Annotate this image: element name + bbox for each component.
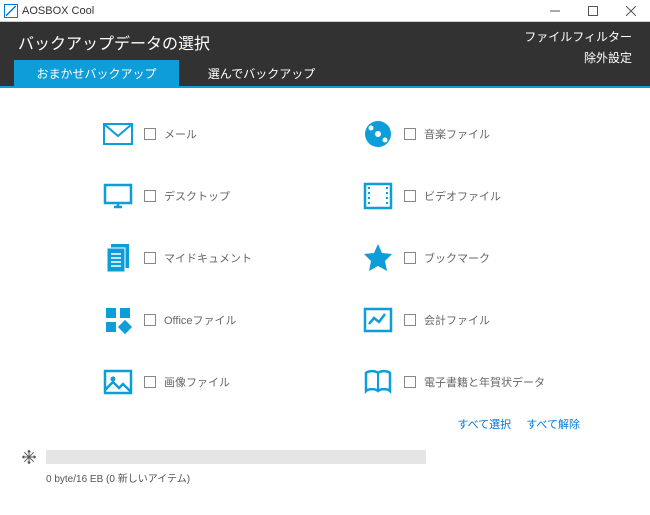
music-icon	[360, 116, 396, 152]
app-logo-icon	[4, 4, 18, 18]
tabs: おまかせバックアップ 選んでバックアップ	[14, 60, 344, 86]
minimize-button[interactable]	[536, 0, 574, 22]
category-office: Officeファイル	[100, 302, 320, 338]
label-finance[interactable]: 会計ファイル	[424, 312, 490, 328]
clear-all-link[interactable]: すべて解除	[526, 419, 580, 431]
maximize-button[interactable]	[574, 0, 612, 22]
checkbox-music[interactable]	[404, 128, 416, 140]
checkbox-desktop[interactable]	[144, 190, 156, 202]
image-icon	[100, 364, 136, 400]
checkbox-documents[interactable]	[144, 252, 156, 264]
category-mail: メール	[100, 116, 320, 152]
snowflake-icon	[20, 448, 38, 466]
checkbox-ebook[interactable]	[404, 376, 416, 388]
actions: すべて選択 すべて解除	[40, 400, 610, 444]
content: メール 音楽ファイル デスクトップ ビデオファイル マイドキュメント ブックマー…	[0, 86, 650, 444]
book-icon	[360, 364, 396, 400]
label-office[interactable]: Officeファイル	[164, 312, 237, 328]
close-button[interactable]	[612, 0, 650, 22]
category-video: ビデオファイル	[360, 178, 580, 214]
star-icon	[360, 240, 396, 276]
status-text: 0 byte/16 EB (0 新しいアイテム)	[46, 470, 630, 485]
checkbox-finance[interactable]	[404, 314, 416, 326]
category-finance: 会計ファイル	[360, 302, 580, 338]
checkbox-office[interactable]	[144, 314, 156, 326]
titlebar: AOSBOX Cool	[0, 0, 650, 22]
checkbox-image[interactable]	[144, 376, 156, 388]
label-mail[interactable]: メール	[164, 126, 197, 142]
checkbox-mail[interactable]	[144, 128, 156, 140]
chart-icon	[360, 302, 396, 338]
label-desktop[interactable]: デスクトップ	[164, 188, 230, 204]
window-title: AOSBOX Cool	[22, 5, 94, 17]
category-music: 音楽ファイル	[360, 116, 580, 152]
category-desktop: デスクトップ	[100, 178, 320, 214]
tab-manual-backup[interactable]: 選んでバックアップ	[179, 60, 344, 86]
label-bookmark[interactable]: ブックマーク	[424, 250, 490, 266]
label-image[interactable]: 画像ファイル	[164, 374, 230, 390]
category-ebook: 電子書籍と年賀状データ	[360, 364, 580, 400]
label-documents[interactable]: マイドキュメント	[164, 250, 252, 266]
category-image: 画像ファイル	[100, 364, 320, 400]
desktop-icon	[100, 178, 136, 214]
footer: 0 byte/16 EB (0 新しいアイテム)	[0, 444, 650, 485]
select-all-link[interactable]: すべて選択	[457, 419, 511, 431]
tab-auto-backup[interactable]: おまかせバックアップ	[14, 60, 179, 86]
category-documents: マイドキュメント	[100, 240, 320, 276]
progress-bar	[46, 450, 426, 464]
mail-icon	[100, 116, 136, 152]
checkbox-video[interactable]	[404, 190, 416, 202]
video-icon	[360, 178, 396, 214]
header: バックアップデータの選択 ファイルフィルター 除外設定 おまかせバックアップ 選…	[0, 22, 650, 86]
category-bookmark: ブックマーク	[360, 240, 580, 276]
checkbox-bookmark[interactable]	[404, 252, 416, 264]
exclude-settings-link[interactable]: 除外設定	[524, 49, 632, 66]
label-video[interactable]: ビデオファイル	[424, 188, 501, 204]
label-music[interactable]: 音楽ファイル	[424, 126, 490, 142]
label-ebook[interactable]: 電子書籍と年賀状データ	[424, 374, 545, 390]
document-icon	[100, 240, 136, 276]
file-filter-link[interactable]: ファイルフィルター	[524, 28, 632, 45]
office-icon	[100, 302, 136, 338]
